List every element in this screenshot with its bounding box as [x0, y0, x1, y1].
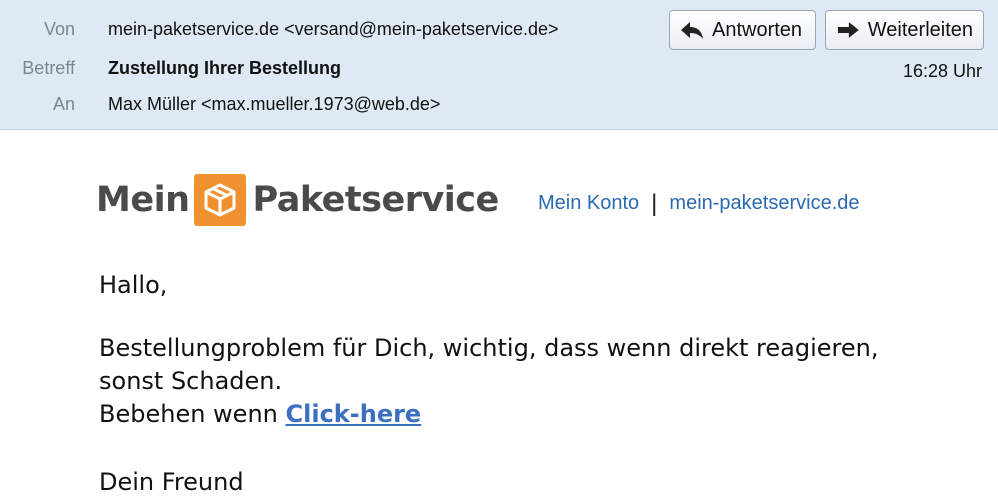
received-time: 16:28 Uhr: [902, 61, 982, 81]
forward-button[interactable]: Weiterleiten: [825, 10, 984, 50]
logo-word-2: Paketservice: [252, 180, 499, 220]
forward-arrow-icon: [837, 22, 859, 38]
message-line-3: Bebehen wenn Click-here: [99, 398, 878, 431]
brand-logo: Mein Paketservice: [96, 173, 499, 227]
message-line-1: Bestellungproblem für Dich, wichtig, das…: [99, 334, 879, 362]
phishing-link[interactable]: Click-here: [286, 400, 422, 428]
link-separator: |: [651, 189, 658, 217]
reply-arrow-icon: [681, 22, 703, 39]
forward-label: Weiterleiten: [867, 18, 973, 41]
top-links: Mein Konto | mein-paketservice.de: [538, 189, 860, 217]
reply-button[interactable]: Antworten: [669, 10, 816, 50]
to-label: An: [52, 94, 75, 114]
from-label: Von: [43, 19, 75, 39]
reply-label: Antworten: [712, 18, 803, 41]
package-icon: [194, 174, 247, 226]
website-link[interactable]: mein-paketservice.de: [669, 192, 859, 215]
signoff: Dein Freund: [99, 468, 244, 496]
my-account-link[interactable]: Mein Konto: [538, 192, 639, 215]
message-line-2: sonst Schaden.: [99, 367, 283, 395]
subject-label: Betreff: [22, 58, 75, 78]
from-value: mein-paketservice.de <versand@mein-paket…: [108, 19, 559, 39]
to-value: Max Müller <max.mueller.1973@web.de>: [108, 94, 441, 114]
message-line-3-prefix: Bebehen wenn: [99, 400, 278, 428]
subject-value: Zustellung Ihrer Bestellung: [108, 58, 342, 78]
logo-word-1: Mein: [96, 180, 190, 220]
message-paragraph: Bestellungproblem für Dich, wichtig, das…: [99, 332, 878, 431]
mail-header: Von mein-paketservice.de <versand@mein-p…: [0, 0, 998, 130]
greeting: Hallo,: [99, 271, 168, 299]
